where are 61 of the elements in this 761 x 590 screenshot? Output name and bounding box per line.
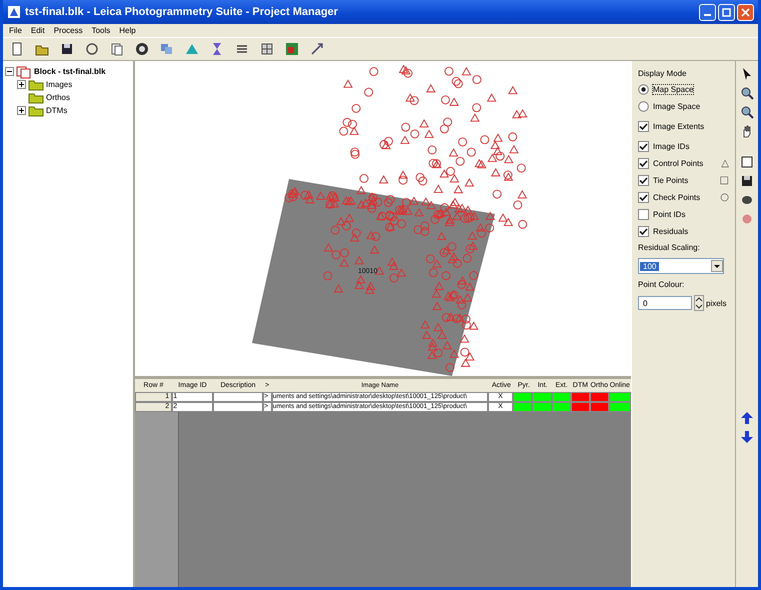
tree-item[interactable]: Orthos — [46, 93, 70, 102]
field-label: Residual Scaling: — [638, 243, 701, 252]
save-icon[interactable] — [740, 174, 754, 188]
minimize-button[interactable] — [699, 4, 716, 20]
checkbox[interactable] — [638, 226, 649, 237]
tree-item[interactable]: DTMs — [46, 106, 68, 115]
layers-icon[interactable] — [740, 193, 754, 207]
zoom-in-icon[interactable] — [740, 86, 754, 100]
tree-item[interactable]: Block - tst-final.blk — [34, 67, 106, 76]
expand-icon[interactable] — [17, 106, 26, 115]
menu-item[interactable]: Edit — [30, 26, 45, 35]
option-label: Point IDs — [653, 210, 686, 219]
radio-button[interactable] — [638, 84, 649, 95]
checkbox[interactable] — [638, 158, 649, 169]
symbol-icon: △ — [721, 158, 729, 169]
pointer-icon[interactable] — [740, 67, 754, 81]
square-icon[interactable] — [740, 155, 754, 169]
checkbox[interactable] — [638, 141, 649, 152]
checkbox[interactable] — [638, 209, 649, 220]
menu-item[interactable]: Process — [54, 26, 83, 35]
option-label: Map Space — [653, 85, 694, 94]
down-arrow-icon[interactable] — [740, 430, 754, 444]
colour-input-field[interactable]: 0 — [638, 296, 692, 310]
menu-item[interactable]: File — [9, 26, 22, 35]
block-icon — [16, 64, 32, 78]
collapse-icon[interactable] — [5, 67, 14, 76]
option-label: Control Points — [653, 159, 704, 168]
option-label: Residuals — [653, 227, 688, 236]
symbol-icon: ○ — [720, 192, 729, 203]
close-button[interactable] — [737, 4, 754, 20]
checkbox[interactable] — [638, 175, 649, 186]
expand-icon[interactable] — [17, 80, 26, 89]
maximize-icon — [722, 8, 731, 16]
close-icon — [741, 8, 750, 16]
table-cell — [213, 392, 264, 402]
spinner-icon[interactable] — [694, 295, 704, 311]
option-label: Image IDs — [653, 142, 690, 151]
option-label: Check Points — [653, 193, 700, 202]
option-label: Tie Points — [653, 176, 688, 185]
field-label: Point Colour: — [638, 280, 686, 289]
option-label: Image Extents — [653, 122, 704, 131]
menu-item[interactable]: Help — [119, 26, 136, 35]
scaling-dropdown[interactable]: 100 — [638, 258, 724, 274]
menu-item[interactable]: Tools — [92, 26, 110, 35]
minimize-icon — [704, 14, 711, 16]
unit-label: pixels — [706, 298, 726, 308]
folder-icon — [28, 78, 44, 90]
tree-item[interactable]: Images — [46, 80, 72, 89]
folder-icon — [28, 92, 44, 104]
radio-button[interactable] — [638, 101, 649, 112]
app-icon — [7, 5, 21, 19]
checkbox[interactable] — [638, 192, 649, 203]
folder-icon — [28, 104, 44, 116]
symbol-icon: □ — [720, 175, 729, 186]
window-title: tst-final.blk - Leica Photogrammetry Suite - Project Manager — [25, 6, 339, 18]
section-label: Display Mode — [638, 69, 688, 78]
option-label: Image Space — [653, 102, 700, 111]
zoom-out-icon[interactable] — [740, 105, 754, 119]
checkbox[interactable] — [638, 121, 649, 132]
maximize-button[interactable] — [718, 4, 735, 20]
up-arrow-icon[interactable] — [740, 411, 754, 425]
